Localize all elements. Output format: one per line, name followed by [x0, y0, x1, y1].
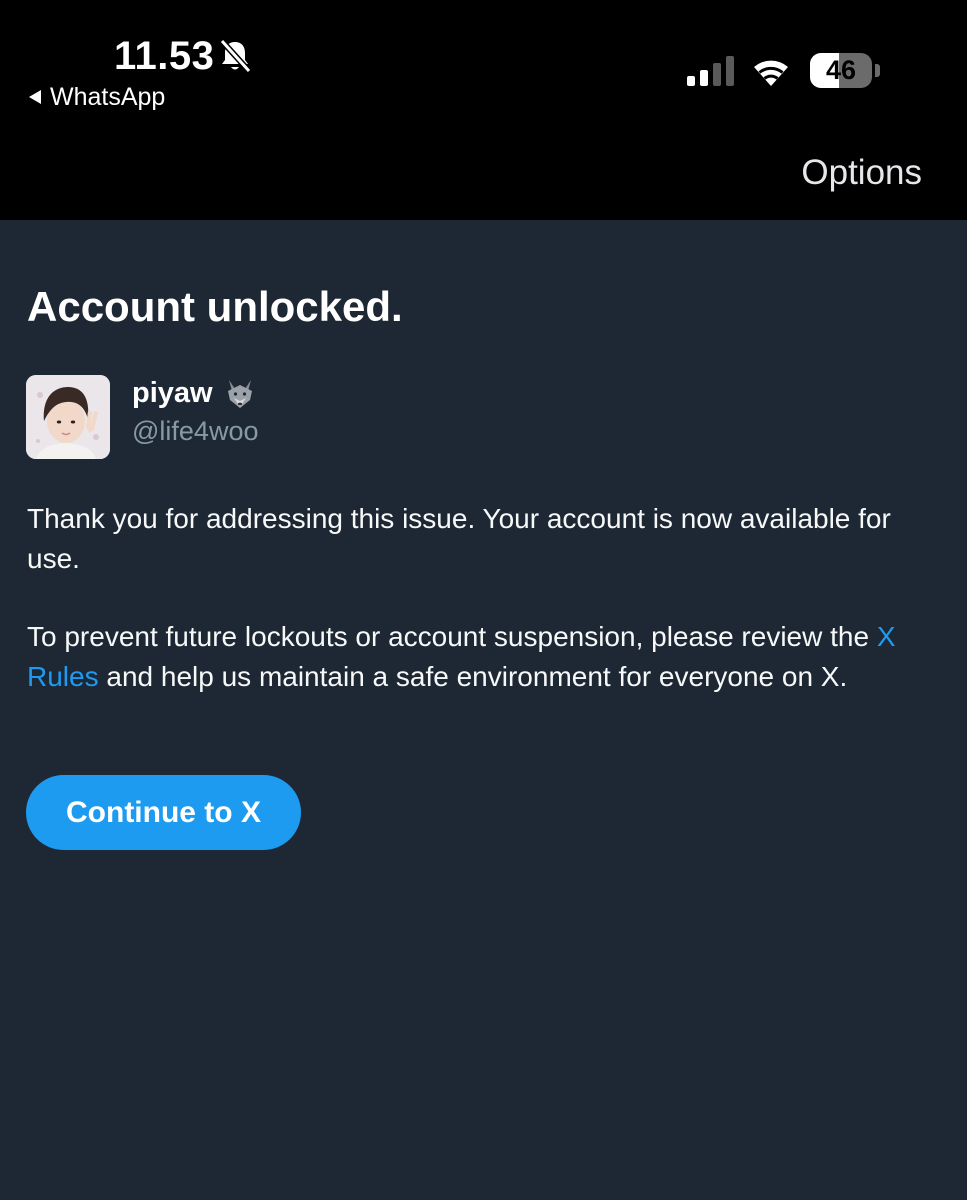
wolf-emoji-icon — [227, 380, 252, 408]
message-paragraph-1: Thank you for addressing this issue. You… — [27, 503, 891, 574]
avatar — [26, 375, 110, 459]
message-paragraph-2: To prevent future lockouts or account su… — [27, 617, 942, 696]
continue-button[interactable]: Continue to X — [26, 775, 301, 850]
user-handle: @life4woo — [132, 416, 259, 446]
paragraph-2-text-after: and help us maintain a safe environment … — [98, 660, 848, 692]
avatar-photo — [26, 375, 110, 459]
back-app-label: WhatsApp — [50, 83, 166, 111]
battery-icon: 46 — [810, 53, 872, 88]
options-button[interactable]: Options — [801, 152, 922, 194]
battery-percent: 46 — [825, 55, 857, 85]
signal-icon — [687, 56, 734, 86]
page-title: Account unlocked. — [27, 283, 403, 330]
bell-slash-icon — [219, 38, 252, 74]
back-to-app-link[interactable]: WhatsApp — [28, 82, 165, 112]
status-time: 11.53 — [114, 34, 215, 78]
battery-nub — [875, 64, 880, 77]
status-bar: 11.53 WhatsApp 46 Options — [0, 0, 967, 220]
display-name-text: piyaw — [132, 377, 213, 409]
back-triangle-icon — [29, 90, 41, 104]
paragraph-2-text-before: To prevent future lockouts or account su… — [27, 621, 877, 652]
user-display-name: piyaw — [132, 375, 257, 411]
wifi-icon — [754, 60, 788, 86]
